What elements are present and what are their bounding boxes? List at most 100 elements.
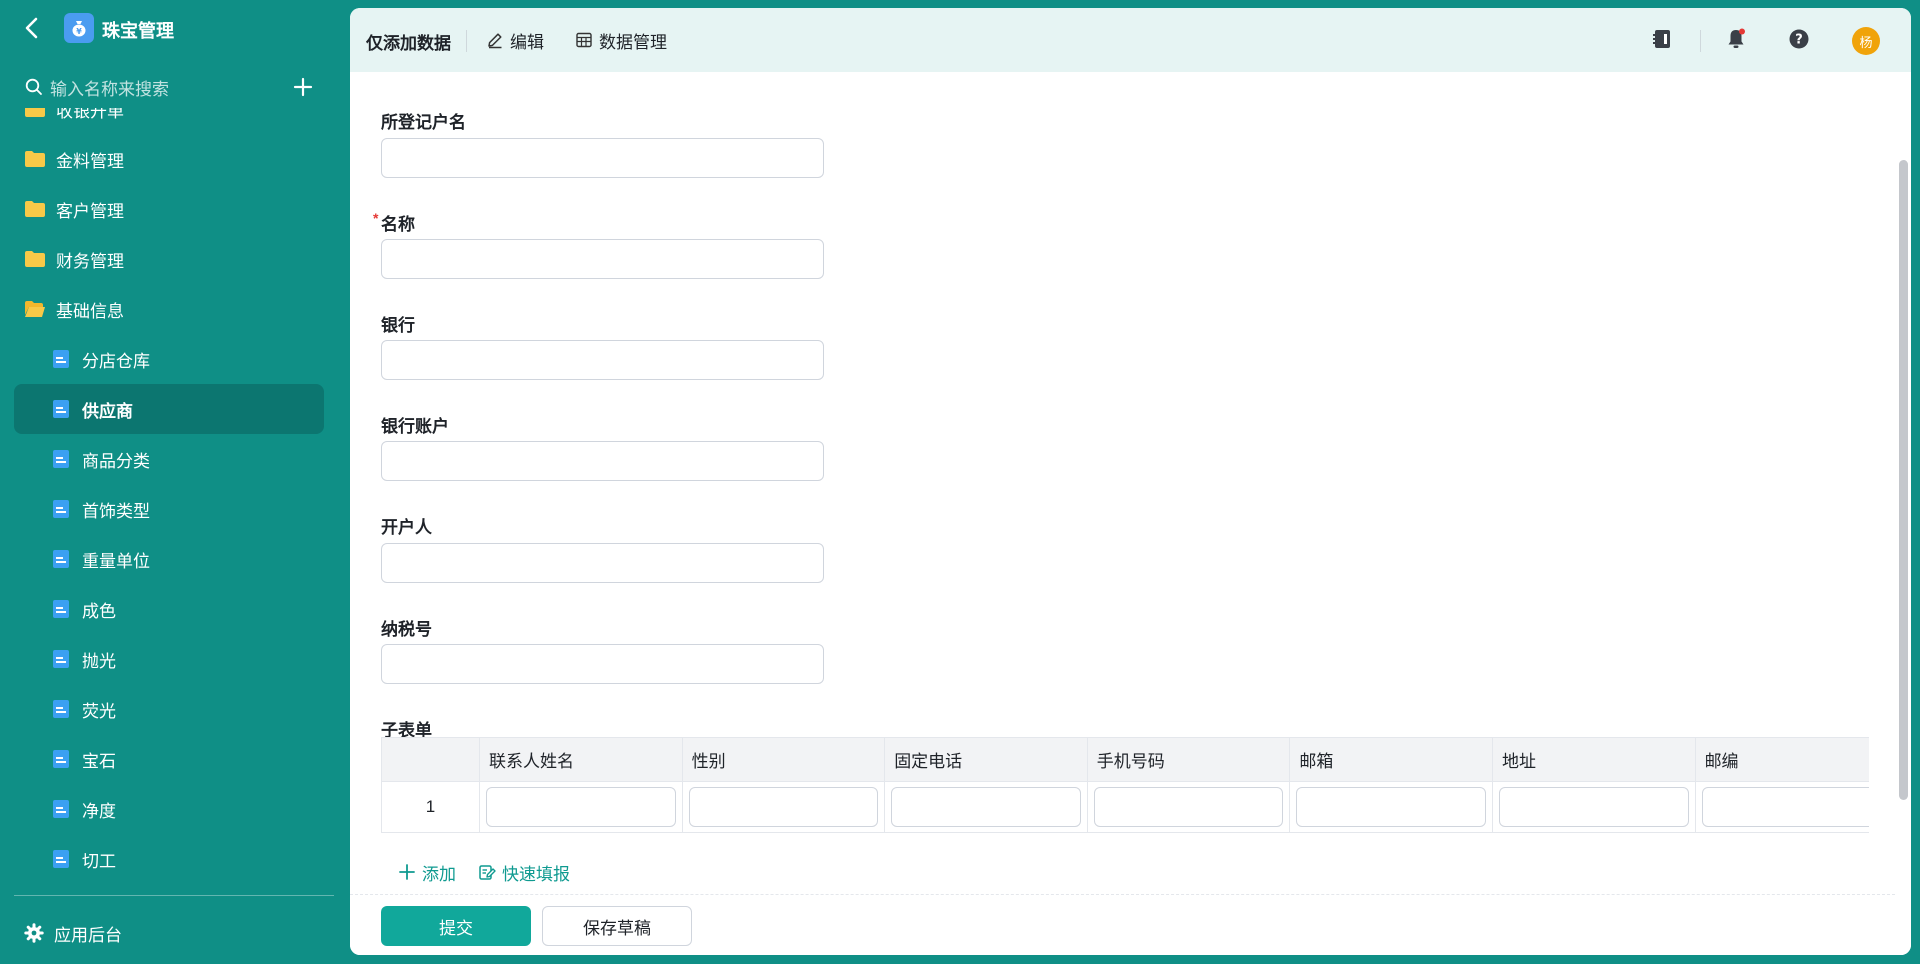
landline-input[interactable] [891, 787, 1081, 827]
top-toolbar: 仅添加数据 编辑 数据管理 ? 杨 [350, 8, 1911, 72]
form-doc-icon [53, 500, 69, 518]
table-row: 1 [381, 782, 1869, 833]
folder-icon [25, 108, 45, 117]
save-draft-button[interactable]: 保存草稿 [542, 906, 692, 946]
page-title: 仅添加数据 [366, 34, 451, 53]
form-doc-icon [53, 550, 69, 568]
form-doc-icon [53, 400, 69, 418]
edit-button[interactable]: 编辑 [486, 28, 544, 52]
sidebar-item-partial[interactable]: 收银开单 [0, 108, 350, 134]
folder-icon [25, 251, 45, 267]
name-input[interactable] [381, 239, 824, 279]
column-header: 性别 [681, 738, 885, 781]
data-manage-label: 数据管理 [599, 32, 667, 52]
sidebar-item-fluorescence[interactable]: 荧光 [0, 684, 350, 734]
sidebar-item-supplier[interactable]: 供应商 [14, 384, 324, 434]
toolbar-divider [1700, 30, 1701, 52]
sidebar-item-label: 商品分类 [82, 451, 150, 471]
row-index: 1 [381, 782, 479, 832]
column-header: 固定电话 [884, 738, 1087, 781]
app-backend-link[interactable]: 应用后台 [24, 918, 122, 948]
sidebar-item-jewelry-type[interactable]: 首饰类型 [0, 484, 350, 534]
mobile-input[interactable] [1093, 787, 1284, 827]
table-icon [576, 32, 592, 48]
form-doc-icon [53, 650, 69, 668]
column-header: 邮编 [1694, 738, 1869, 781]
edit-label: 编辑 [510, 32, 544, 52]
sidebar-item-clarity[interactable]: 净度 [0, 784, 350, 834]
sidebar-item-polish[interactable]: 抛光 [0, 634, 350, 684]
search-icon [25, 78, 42, 95]
sidebar-divider [14, 895, 334, 896]
add-icon[interactable] [290, 74, 316, 100]
form-doc-icon [53, 600, 69, 618]
folder-open-icon [25, 301, 45, 317]
plus-icon [399, 864, 415, 880]
quick-fill-button[interactable]: 快速填报 [478, 860, 570, 885]
field-label-tax-number: 纳税号 [381, 620, 432, 639]
form-area: 所登记户名 * 名称 银行 银行账户 开户人 纳税号 子表单 联系人姓名 性别 固… [350, 72, 1895, 888]
add-row-button[interactable]: 添加 [398, 860, 456, 885]
column-header: 地址 [1491, 738, 1695, 781]
sidebar-list: 收银开单 金料管理 客户管理 财务管理 基础信息 分店仓库 供应商 商品分类 首… [0, 108, 350, 888]
bank-account-input[interactable] [381, 441, 824, 481]
required-mark: * [373, 210, 379, 226]
sidebar-item-label: 金料管理 [56, 151, 124, 171]
table-cell [1491, 782, 1695, 832]
sidebar-item-label: 首饰类型 [82, 501, 150, 521]
bell-icon[interactable] [1723, 26, 1749, 52]
bank-input[interactable] [381, 340, 824, 380]
sidebar-item-branch-warehouse[interactable]: 分店仓库 [0, 334, 350, 384]
table-cell [1289, 782, 1492, 832]
sidebar-item-customer[interactable]: 客户管理 [0, 184, 350, 234]
column-header: 联系人姓名 [479, 738, 682, 781]
table-cell [681, 782, 885, 832]
sidebar-item-label: 财务管理 [56, 251, 124, 271]
help-icon[interactable]: ? [1786, 26, 1812, 52]
form-doc-icon [53, 700, 69, 718]
svg-text:¥: ¥ [76, 27, 82, 36]
form-doc-icon [53, 850, 69, 868]
sidebar-item-weight-unit[interactable]: 重量单位 [0, 534, 350, 584]
sidebar-item-gold-material[interactable]: 金料管理 [0, 134, 350, 184]
sidebar: ¥ 珠宝管理 输入名称来搜索 收银开单 金料管理 客户管理 财务管理 基础信息 … [0, 0, 350, 964]
postcode-input[interactable] [1701, 787, 1869, 827]
column-header: 邮箱 [1289, 738, 1492, 781]
sidebar-item-cut[interactable]: 切工 [0, 834, 350, 884]
scrollbar-thumb[interactable] [1899, 160, 1908, 800]
column-header: 手机号码 [1086, 738, 1290, 781]
sidebar-item-finance[interactable]: 财务管理 [0, 234, 350, 284]
main-panel: 仅添加数据 编辑 数据管理 ? 杨 所登记户名 * 名称 银行 银行账户 开户人… [350, 8, 1911, 955]
address-input[interactable] [1498, 787, 1689, 827]
back-arrow-icon[interactable] [22, 16, 42, 40]
data-manage-button[interactable]: 数据管理 [575, 28, 667, 52]
form-footer: 提交 保存草稿 [350, 894, 1895, 955]
sidebar-search[interactable]: 输入名称来搜索 [24, 72, 324, 102]
gear-icon [24, 923, 44, 943]
gender-input[interactable] [688, 787, 879, 827]
notebook-icon[interactable] [1649, 26, 1675, 52]
sidebar-item-product-category[interactable]: 商品分类 [0, 434, 350, 484]
search-input[interactable]: 输入名称来搜索 [50, 75, 169, 100]
field-label-bank: 银行 [381, 316, 415, 335]
email-input[interactable] [1296, 787, 1486, 827]
sidebar-item-gemstone[interactable]: 宝石 [0, 734, 350, 784]
subtable: 联系人姓名 性别 固定电话 手机号码 邮箱 地址 邮编 1 [381, 737, 1869, 833]
form-doc-icon [53, 750, 69, 768]
app-backend-label: 应用后台 [54, 925, 122, 945]
registered-name-input[interactable] [381, 138, 824, 178]
tax-number-input[interactable] [381, 644, 824, 684]
money-bag-icon: ¥ [64, 13, 94, 43]
sidebar-item-fineness[interactable]: 成色 [0, 584, 350, 634]
scrollbar[interactable] [1895, 72, 1911, 955]
sidebar-item-label: 宝石 [82, 751, 116, 771]
sidebar-item-label: 抛光 [82, 651, 116, 671]
account-holder-input[interactable] [381, 543, 824, 583]
avatar[interactable]: 杨 [1852, 27, 1880, 55]
submit-button[interactable]: 提交 [381, 906, 531, 946]
sidebar-item-label: 收银开单 [56, 108, 124, 121]
sidebar-item-basic-info[interactable]: 基础信息 [0, 284, 350, 334]
field-label-bank-account: 银行账户 [381, 417, 449, 436]
quick-edit-icon [479, 865, 496, 880]
contact-name-input[interactable] [486, 787, 676, 827]
